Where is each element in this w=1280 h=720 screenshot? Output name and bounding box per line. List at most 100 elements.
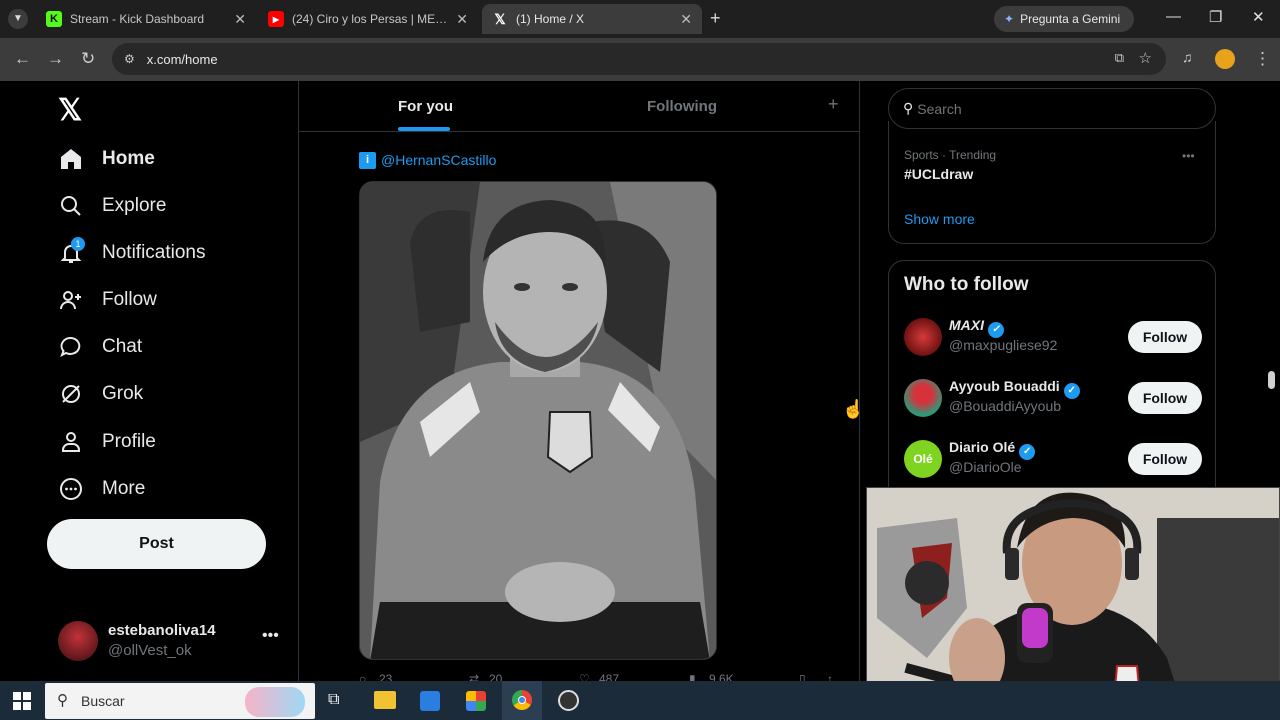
bookmark-icon[interactable]: ▯ bbox=[799, 672, 806, 681]
chrome-menu-icon[interactable]: ⋮ bbox=[1254, 49, 1271, 69]
x-logo[interactable]: 𝕏 bbox=[58, 93, 82, 128]
sidebar-item-label: Profile bbox=[102, 431, 156, 452]
avatar bbox=[904, 318, 942, 356]
reply-icon[interactable]: ○ bbox=[359, 672, 366, 681]
store-icon[interactable] bbox=[420, 691, 440, 711]
follow-button[interactable]: Follow bbox=[1128, 382, 1202, 414]
follow-suggestion[interactable]: Olé Diario Olé ✓ @DiarioOle Follow bbox=[889, 437, 1217, 481]
close-tab-icon[interactable]: ✕ bbox=[680, 11, 692, 28]
tab-search-dropdown[interactable]: ▼ bbox=[8, 9, 28, 29]
sidebar-item-more[interactable]: More bbox=[58, 471, 145, 507]
site-info-icon[interactable]: ⚙ bbox=[124, 52, 135, 66]
tab-following[interactable]: Following bbox=[599, 81, 799, 132]
timeline-tabs: For you Following + bbox=[299, 81, 859, 132]
app-icon[interactable] bbox=[466, 691, 486, 711]
new-tab-icon[interactable]: + bbox=[710, 8, 721, 29]
person-icon bbox=[58, 429, 84, 455]
sidebar-item-notifications[interactable]: 1 Notifications bbox=[58, 235, 206, 271]
add-tab-icon[interactable]: + bbox=[828, 94, 839, 115]
reload-icon[interactable]: ↻ bbox=[81, 49, 95, 69]
profile-avatar[interactable] bbox=[1215, 49, 1235, 69]
taskbar-search[interactable]: ⚲ Buscar bbox=[45, 683, 315, 719]
show-more-link[interactable]: Show more bbox=[904, 211, 975, 227]
hand-cursor-icon: ☝ bbox=[842, 399, 865, 419]
ole-logo: Olé bbox=[904, 440, 942, 478]
account-more-icon[interactable]: ••• bbox=[262, 627, 279, 645]
views-icon[interactable]: ▮ bbox=[689, 672, 696, 681]
search-icon: ⚲ bbox=[57, 692, 68, 709]
chat-icon bbox=[58, 334, 84, 360]
verified-badge-icon: ✓ bbox=[1019, 444, 1036, 460]
mention-link[interactable]: @HernanSCastillo bbox=[381, 152, 496, 168]
tab-label: Following bbox=[647, 98, 717, 115]
sidebar-item-explore[interactable]: Explore bbox=[58, 188, 166, 224]
close-window-icon[interactable]: ✕ bbox=[1252, 8, 1265, 26]
more-circle-icon bbox=[58, 476, 84, 502]
notification-badge: 1 bbox=[71, 237, 85, 251]
suggestion-name-row: Ayyoub Bouaddi ✓ bbox=[949, 378, 1080, 399]
forward-icon[interactable]: → bbox=[47, 49, 64, 69]
tweet[interactable]: i @HernanSCastillo ○ 23 ⇄ 20 ♡ 487 ▮ 9,6… bbox=[359, 145, 833, 681]
suggestion-name: Ayyoub Bouaddi bbox=[949, 378, 1060, 394]
sidebar-item-label: More bbox=[102, 478, 146, 499]
x-icon: 𝕏 bbox=[494, 10, 506, 27]
gemini-label: Pregunta a Gemini bbox=[1020, 12, 1121, 26]
sidebar-item-profile[interactable]: Profile bbox=[58, 424, 156, 460]
media-controls-icon[interactable]: ♫ bbox=[1182, 49, 1193, 65]
active-tab-indicator bbox=[398, 127, 450, 131]
page-scrollbar[interactable] bbox=[1268, 371, 1275, 389]
repost-icon[interactable]: ⇄ bbox=[469, 672, 479, 681]
browser-tab-kick[interactable]: K Stream - Kick Dashboard ✕ bbox=[36, 4, 256, 34]
tab-label: For you bbox=[398, 98, 453, 115]
minimize-icon[interactable]: — bbox=[1166, 8, 1181, 25]
tab-title: (24) Ciro y los Persas | ME GUSTA bbox=[292, 12, 448, 26]
sidebar-item-follow[interactable]: Follow bbox=[58, 282, 157, 318]
search-input[interactable] bbox=[917, 100, 1178, 117]
post-button[interactable]: Post bbox=[47, 519, 266, 569]
sidebar-item-grok[interactable]: Grok bbox=[58, 376, 143, 412]
sidebar-item-label: Notifications bbox=[102, 242, 206, 263]
sidebar-item-chat[interactable]: Chat bbox=[58, 329, 142, 365]
file-explorer-icon[interactable] bbox=[374, 691, 396, 709]
follow-button[interactable]: Follow bbox=[1128, 321, 1202, 353]
follow-suggestion[interactable]: MAXI ✓ @maxpugliese92 Follow bbox=[889, 315, 1217, 359]
task-view-icon[interactable]: ⧉ bbox=[328, 691, 339, 709]
bookmark-star-icon[interactable]: ☆ bbox=[1139, 49, 1152, 67]
trend-more-icon[interactable]: ••• bbox=[1182, 149, 1195, 163]
follow-button[interactable]: Follow bbox=[1128, 443, 1202, 475]
taskbar-search-label: Buscar bbox=[81, 693, 125, 709]
share-icon[interactable]: ↑ bbox=[827, 672, 833, 681]
repost-count: 20 bbox=[489, 672, 503, 681]
suggestion-handle: @BouaddiAyyoub bbox=[949, 398, 1062, 414]
views-count: 9,6K bbox=[709, 672, 734, 681]
chrome-icon[interactable] bbox=[502, 681, 542, 720]
bell-icon: 1 bbox=[58, 237, 85, 266]
like-icon[interactable]: ♡ bbox=[579, 672, 590, 681]
tweet-photo[interactable] bbox=[359, 181, 717, 660]
trend-tag[interactable]: #UCLdraw bbox=[904, 166, 973, 182]
account-name: estebanoliva14 bbox=[108, 622, 216, 639]
close-tab-icon[interactable]: ✕ bbox=[456, 11, 468, 28]
verified-badge-icon: ✓ bbox=[1063, 383, 1080, 399]
windows-start-icon[interactable] bbox=[13, 692, 31, 710]
tab-for-you[interactable]: For you bbox=[299, 81, 549, 132]
address-bar[interactable]: ⚙ x.com/home ⧉ ☆ bbox=[112, 43, 1166, 75]
obs-icon[interactable] bbox=[558, 690, 579, 711]
follow-suggestion[interactable]: Ayyoub Bouaddi ✓ @BouaddiAyyoub Follow bbox=[889, 376, 1217, 420]
suggestion-handle: @DiarioOle bbox=[949, 459, 1022, 475]
gemini-button[interactable]: ✦ Pregunta a Gemini bbox=[994, 6, 1134, 32]
browser-tab-x[interactable]: 𝕏 (1) Home / X ✕ bbox=[482, 4, 702, 34]
flamingo-highlight-icon bbox=[245, 687, 305, 717]
close-tab-icon[interactable]: ✕ bbox=[234, 11, 246, 28]
sidebar-item-home[interactable]: Home bbox=[58, 141, 155, 177]
back-icon[interactable]: ← bbox=[14, 49, 31, 69]
tab-title: (1) Home / X bbox=[516, 12, 585, 26]
maximize-icon[interactable]: ❐ bbox=[1209, 8, 1222, 26]
youtube-icon: ▶ bbox=[268, 11, 284, 27]
browser-tab-youtube[interactable]: ▶ (24) Ciro y los Persas | ME GUSTA ✕ bbox=[258, 4, 478, 34]
grok-icon bbox=[58, 381, 84, 407]
install-app-icon[interactable]: ⧉ bbox=[1115, 50, 1124, 66]
avatar bbox=[904, 379, 942, 417]
sidebar-item-label: Grok bbox=[102, 383, 144, 404]
account-switcher[interactable]: estebanoliva14 @ollVest_ok ••• bbox=[58, 619, 280, 663]
